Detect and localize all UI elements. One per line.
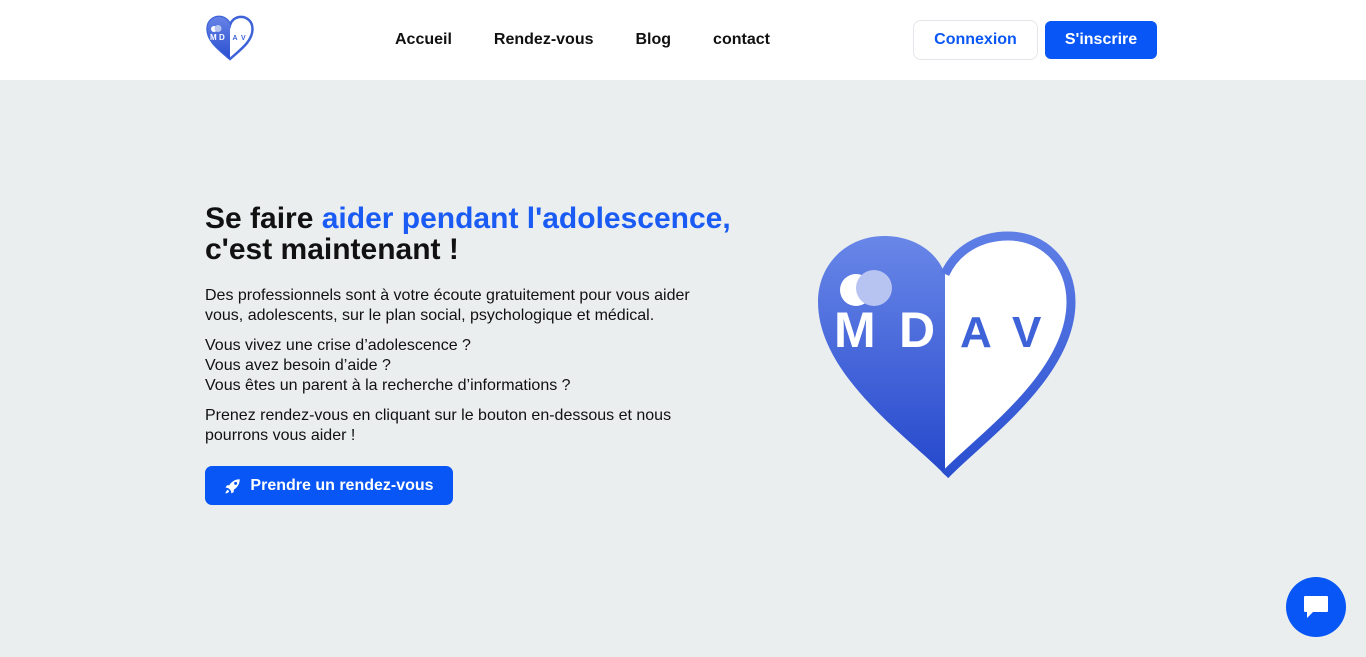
nav-link-rendez-vous[interactable]: Rendez-vous (494, 31, 594, 49)
svg-text:D: D (899, 302, 935, 358)
login-button[interactable]: Connexion (913, 20, 1038, 60)
chat-button[interactable] (1286, 577, 1346, 637)
hero-title-end: c'est maintenant ! (205, 233, 459, 266)
hero-question-parent: Vous êtes un parent à la recherche d’inf… (205, 377, 571, 394)
book-appointment-button[interactable]: Prendre un rendez-vous (205, 466, 453, 505)
hero-title: Se faire aider pendant l'adolescence, c'… (205, 203, 765, 265)
svg-text:A: A (960, 308, 992, 357)
main-nav: Accueil Rendez-vous Blog contact (395, 0, 812, 80)
svg-text:D: D (219, 33, 225, 42)
hero-questions: Vous vivez une crise d’adolescence ? Vou… (205, 336, 725, 396)
top-navigation-bar: M D A V Accueil Rendez-vous Blog contact… (0, 0, 1366, 80)
nav-link-blog[interactable]: Blog (636, 31, 672, 49)
svg-text:V: V (241, 35, 246, 42)
book-appointment-label: Prendre un rendez-vous (250, 476, 434, 494)
rocket-icon (225, 478, 241, 493)
svg-text:V: V (1012, 308, 1042, 357)
chat-bubble-icon (1304, 596, 1328, 618)
signup-button[interactable]: S'inscrire (1045, 21, 1157, 59)
hero-question-help: Vous avez besoin d’aide ? (205, 357, 391, 374)
hero-title-accent: aider pendant l'adolescence, (321, 202, 731, 235)
svg-text:M: M (210, 33, 217, 42)
hero-title-start: Se faire (205, 202, 322, 235)
mdav-logo-large: M D A V (818, 231, 1076, 479)
hero-intro-paragraph: Des professionnels sont à votre écoute g… (205, 287, 690, 324)
hero-question-crisis: Vous vivez une crise d’adolescence ? (205, 337, 471, 354)
nav-link-accueil[interactable]: Accueil (395, 31, 452, 49)
mdav-logo-small[interactable]: M D A V (205, 14, 255, 62)
svg-text:A: A (233, 35, 238, 42)
hero-cta-paragraph: Prenez rendez-vous en cliquant sur le bo… (205, 407, 672, 444)
nav-link-contact[interactable]: contact (713, 31, 770, 49)
svg-text:M: M (834, 302, 876, 358)
